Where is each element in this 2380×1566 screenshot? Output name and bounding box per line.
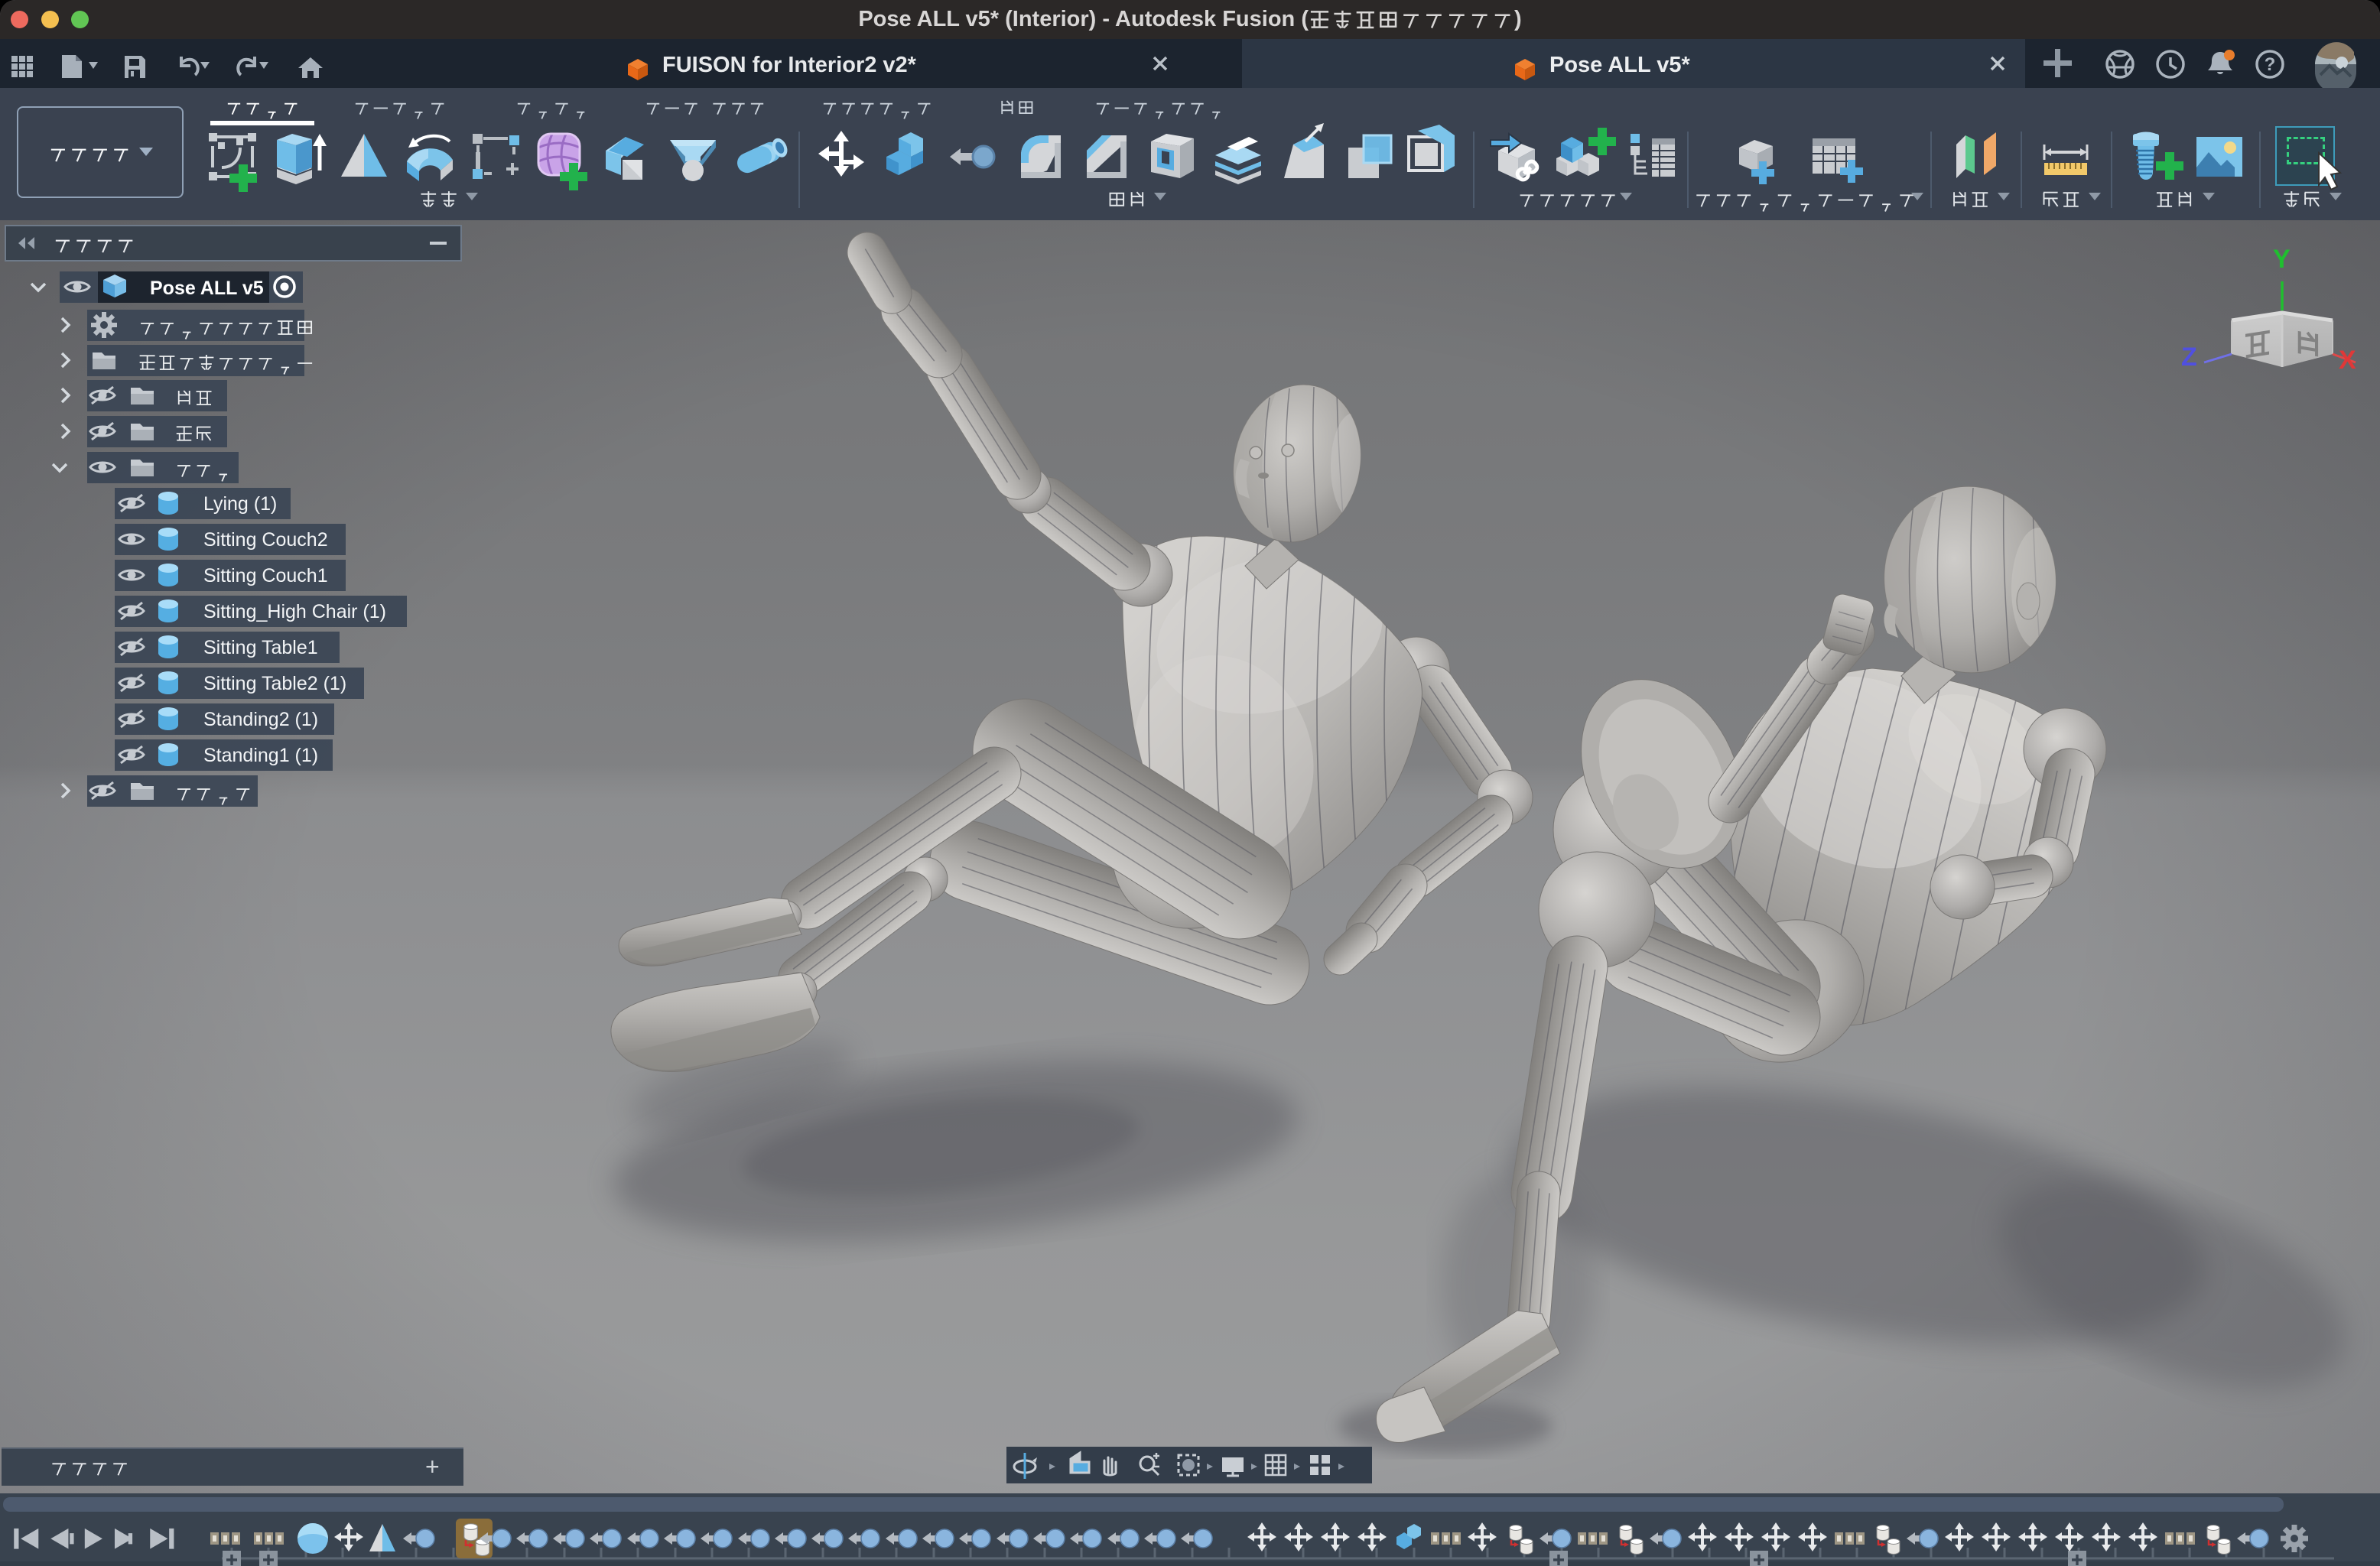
svg-text:?: ?: [2265, 54, 2276, 75]
